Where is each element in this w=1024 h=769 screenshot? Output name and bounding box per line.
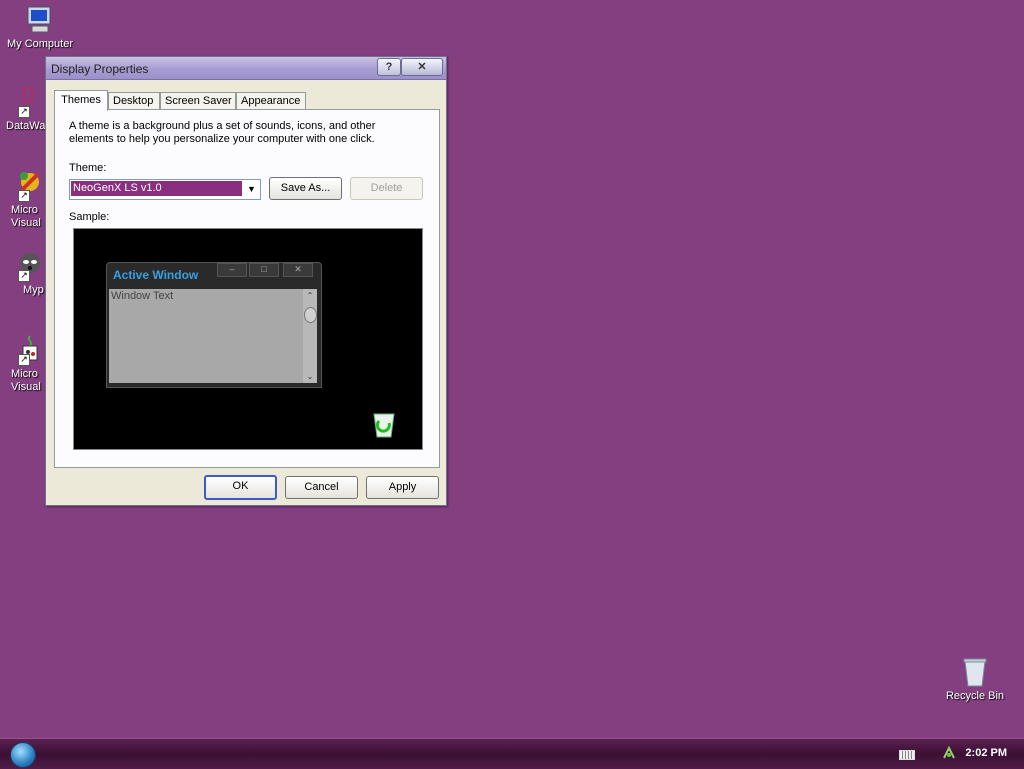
database-shortcut-icon: ↗ <box>18 86 38 118</box>
tab-screen-saver[interactable]: Screen Saver <box>160 92 236 110</box>
save-as-button[interactable]: Save As... <box>269 177 342 200</box>
ok-button[interactable]: OK <box>204 475 277 500</box>
recycle-bin-icon <box>959 656 991 688</box>
scroll-up-icon: ⌃ <box>306 291 314 300</box>
themes-description: A theme is a background plus a set of so… <box>69 120 376 145</box>
close-icon: ✕ <box>283 263 313 277</box>
sample-recycle-bin-icon <box>370 409 398 439</box>
desktop-icon-recycle-bin[interactable]: Recycle Bin <box>937 656 1013 702</box>
visual-studio-icon: ↗ <box>18 170 42 202</box>
sample-window-title: Active Window <box>113 268 199 282</box>
themes-panel: A theme is a background plus a set of so… <box>54 109 440 468</box>
delete-button: Delete <box>350 177 423 200</box>
start-button[interactable] <box>10 742 36 768</box>
network-tray-icon[interactable] <box>942 745 956 760</box>
cancel-button[interactable]: Cancel <box>285 476 358 499</box>
sample-window-text: Window Text <box>111 290 174 302</box>
shortcut-arrow-icon: ↗ <box>18 354 30 366</box>
theme-select[interactable]: NeoGenX LS v1.0 ▼ <box>69 179 261 200</box>
keyboard-icon[interactable] <box>899 750 915 760</box>
tab-themes[interactable]: Themes <box>54 90 108 111</box>
raccoon-icon: ↗ <box>18 250 42 282</box>
close-button[interactable]: ✕ <box>401 58 443 76</box>
computer-icon <box>24 4 56 36</box>
sample-window-body: Window Text <box>109 289 303 383</box>
help-button[interactable]: ? <box>377 58 401 76</box>
scroll-down-icon: ⌄ <box>306 372 314 381</box>
minimize-icon: ‒ <box>217 263 247 277</box>
clock[interactable]: 2:02 PM <box>965 747 1007 759</box>
desktop-icon-label: My Computer <box>6 38 74 50</box>
taskbar: 2:02 PM <box>0 738 1024 769</box>
title-bar[interactable]: Display Properties ? ✕ <box>46 57 446 80</box>
desktop-icon-my-computer[interactable]: My Computer <box>2 4 78 50</box>
shortcut-arrow-icon: ↗ <box>18 190 30 202</box>
tab-appearance[interactable]: Appearance <box>236 92 306 110</box>
sample-label: Sample: <box>69 211 110 223</box>
shortcut-arrow-icon: ↗ <box>18 106 30 118</box>
maximize-icon: □ <box>249 263 279 277</box>
theme-label: Theme: <box>69 162 107 174</box>
tab-desktop[interactable]: Desktop <box>108 92 160 110</box>
scroll-thumb <box>304 307 317 323</box>
apply-button[interactable]: Apply <box>366 476 439 499</box>
visual-basic-icon: ↗ <box>18 334 42 366</box>
dialog-title: Display Properties <box>51 62 149 76</box>
sample-active-window: Active Window ‒ □ ✕ Window Text ⌃ ⌄ <box>106 262 322 388</box>
display-properties-dialog: Display Properties ? ✕ Themes Desktop Sc… <box>45 56 447 506</box>
sample-scrollbar: ⌃ ⌄ <box>303 289 317 383</box>
chevron-down-icon[interactable]: ▼ <box>243 180 260 199</box>
theme-sample-preview: Active Window ‒ □ ✕ Window Text ⌃ ⌄ <box>73 228 423 450</box>
shortcut-arrow-icon: ↗ <box>18 270 30 282</box>
theme-select-value: NeoGenX LS v1.0 <box>70 180 243 197</box>
desktop-icon-label: Recycle Bin <box>945 690 1005 702</box>
